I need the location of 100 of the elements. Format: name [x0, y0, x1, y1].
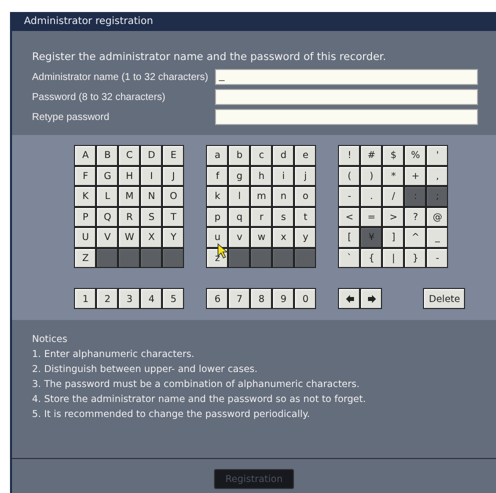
keyboard-key[interactable]: /: [383, 187, 403, 206]
keyboard-key[interactable]: -: [427, 248, 447, 267]
keyboard-key[interactable]: w: [251, 228, 271, 246]
keyboard-key[interactable]: >: [383, 208, 403, 226]
keyboard-key[interactable]: ): [361, 166, 381, 185]
keyboard-key[interactable]: $: [383, 146, 403, 164]
keyboard-key[interactable]: b: [229, 146, 249, 164]
keyboard-key[interactable]: I: [141, 166, 161, 185]
keyboard-key[interactable]: y: [295, 228, 315, 246]
keyboard-key[interactable]: e: [295, 146, 315, 164]
keyboard-key[interactable]: g: [229, 166, 249, 185]
keyboard-key[interactable]: M: [119, 187, 139, 206]
keyboard-key[interactable]: 9: [273, 289, 293, 308]
keyboard-key[interactable]: d: [273, 146, 293, 164]
keyboard-key[interactable]: Z: [75, 248, 95, 267]
blank-key: [273, 248, 293, 267]
keyboard-key[interactable]: 7: [229, 289, 249, 308]
keyboard-key[interactable]: -: [339, 187, 359, 206]
field-label: Password (8 to 32 characters): [32, 92, 166, 102]
keyboard-key[interactable]: p: [207, 208, 227, 226]
pointer-icon: [217, 243, 228, 259]
keyboard-key[interactable]: #: [361, 146, 381, 164]
keyboard-key[interactable]: G: [97, 166, 117, 185]
keyboard-key[interactable]: r: [251, 208, 271, 226]
keyboard-key[interactable]: i: [273, 166, 293, 185]
keyboard-key[interactable]: *: [383, 166, 403, 185]
keyboard-key[interactable]: F: [75, 166, 95, 185]
keyboard-key[interactable]: 0: [295, 289, 315, 308]
keyboard-key[interactable]: .: [361, 187, 381, 206]
input-field[interactable]: [215, 109, 478, 125]
keyboard-key[interactable]: J: [163, 166, 183, 185]
keyboard-key[interactable]: W: [119, 228, 139, 246]
keyboard-key[interactable]: 4: [141, 289, 161, 308]
keyboard-key[interactable]: <: [339, 208, 359, 226]
keyboard-key[interactable]: D: [141, 146, 161, 164]
keyboard-key[interactable]: E: [163, 146, 183, 164]
keyboard-key[interactable]: 2: [97, 289, 117, 308]
keyboard-key[interactable]: h: [251, 166, 271, 185]
keyboard-key[interactable]: R: [119, 208, 139, 226]
keyboard-key[interactable]: `: [339, 248, 359, 267]
keyboard-key[interactable]: 1: [75, 289, 95, 308]
delete-key[interactable]: Delete: [424, 289, 464, 308]
keyboard-key[interactable]: c: [251, 146, 271, 164]
keyboard-key[interactable]: !: [339, 146, 359, 164]
keyboard-key[interactable]: C: [119, 146, 139, 164]
keyboard-key[interactable]: ^: [405, 228, 425, 246]
keyboard-key[interactable]: u: [207, 228, 227, 246]
keyboard-key[interactable]: H: [119, 166, 139, 185]
blank-key: [251, 248, 271, 267]
keyboard-key[interactable]: j: [295, 166, 315, 185]
keyboard-key[interactable]: ]: [383, 228, 403, 246]
input-field[interactable]: _: [215, 69, 478, 85]
keyboard-key[interactable]: N: [141, 187, 161, 206]
keyboard-key[interactable]: {: [361, 248, 381, 267]
right-arrow-key[interactable]: [361, 289, 381, 308]
keyboard-key[interactable]: t: [295, 208, 315, 226]
keyboard-key[interactable]: K: [75, 187, 95, 206]
keyboard-key[interactable]: =: [361, 208, 381, 226]
keyboard-key[interactable]: (: [339, 166, 359, 185]
left-arrow-key[interactable]: [339, 289, 359, 308]
keyboard-key[interactable]: m: [251, 187, 271, 206]
keyboard-key[interactable]: T: [163, 208, 183, 226]
keyboard-key[interactable]: V: [97, 228, 117, 246]
keyboard-key[interactable]: }: [405, 248, 425, 267]
keyboard-key[interactable]: q: [229, 208, 249, 226]
keyboard-key[interactable]: P: [75, 208, 95, 226]
keyboard-key[interactable]: 6: [207, 289, 227, 308]
input-field[interactable]: [215, 89, 478, 105]
keyboard-key[interactable]: X: [141, 228, 161, 246]
keyboard-key[interactable]: k: [207, 187, 227, 206]
keyboard-key[interactable]: ?: [405, 208, 425, 226]
keyboard-key[interactable]: U: [75, 228, 95, 246]
keyboard-key[interactable]: +: [405, 166, 425, 185]
keyboard-key[interactable]: s: [273, 208, 293, 226]
keyboard-key[interactable]: ': [427, 146, 447, 164]
keyboard-key[interactable]: _: [427, 228, 447, 246]
keyboard-key[interactable]: L: [97, 187, 117, 206]
keyboard-key[interactable]: B: [97, 146, 117, 164]
keyboard-key[interactable]: n: [273, 187, 293, 206]
blank-key: [163, 248, 183, 267]
keyboard-key[interactable]: ,: [427, 166, 447, 185]
keyboard-key[interactable]: a: [207, 146, 227, 164]
keyboard-key[interactable]: f: [207, 166, 227, 185]
keyboard-key[interactable]: 8: [251, 289, 271, 308]
keyboard-key[interactable]: %: [405, 146, 425, 164]
keyboard-key[interactable]: o: [295, 187, 315, 206]
field-label: Retype password: [32, 112, 110, 122]
keyboard-key[interactable]: l: [229, 187, 249, 206]
keyboard-key[interactable]: 5: [163, 289, 183, 308]
keyboard-key[interactable]: Y: [163, 228, 183, 246]
keyboard-key[interactable]: [: [339, 228, 359, 246]
keyboard-key[interactable]: @: [427, 208, 447, 226]
keyboard-key[interactable]: x: [273, 228, 293, 246]
keyboard-key[interactable]: |: [383, 248, 403, 267]
keyboard-key[interactable]: 3: [119, 289, 139, 308]
keyboard-key[interactable]: v: [229, 228, 249, 246]
keyboard-key[interactable]: Q: [97, 208, 117, 226]
keyboard-key[interactable]: O: [163, 187, 183, 206]
keyboard-key[interactable]: A: [75, 146, 95, 164]
keyboard-key[interactable]: S: [141, 208, 161, 226]
